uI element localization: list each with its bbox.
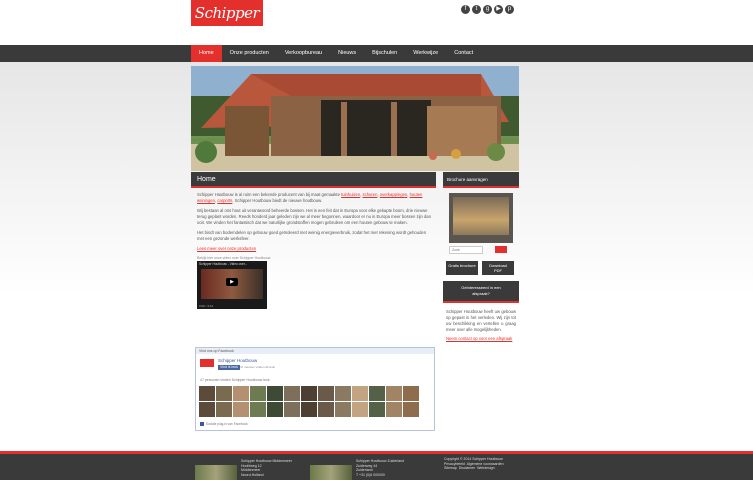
free-brochure-button[interactable]: Gratis brochure: [446, 261, 478, 275]
video-time: 0:00 / 3:12: [199, 304, 214, 308]
facebook-fan-avatar[interactable]: [284, 386, 300, 401]
facebook-fan-avatar[interactable]: [284, 402, 300, 417]
facebook-fan-avatar[interactable]: [233, 402, 249, 417]
video-caption: Bekijk hier onze video over Schipper Hou…: [197, 256, 271, 260]
facebook-fan-avatar[interactable]: [335, 402, 351, 417]
appointment-line-1: Geïnteresseerd in een: [461, 285, 501, 290]
play-button[interactable]: ▶: [226, 278, 238, 286]
free-brochure-label: Gratis brochure: [448, 263, 476, 268]
facebook-fan-avatar[interactable]: [250, 386, 266, 401]
footer-copyright: Copyright © 2014 Schipper Houtbouw Priva…: [444, 457, 504, 470]
footer-location-image-1: [195, 465, 237, 480]
google-plus-icon[interactable]: g: [483, 5, 492, 14]
nav-item-contact[interactable]: Contact: [446, 45, 481, 62]
facebook-fan-avatar[interactable]: [352, 402, 368, 417]
facebook-fan-avatar[interactable]: [386, 402, 402, 417]
download-pdf-button[interactable]: Download PDF: [482, 261, 514, 275]
facebook-fan-avatar[interactable]: [386, 386, 402, 401]
facebook-fan-avatar[interactable]: [335, 386, 351, 401]
nav-item-verkoopbureau[interactable]: Verkoopbureau: [277, 45, 330, 62]
facebook-page-name[interactable]: Schipper Houtbouw: [218, 358, 257, 363]
facebook-fan-avatar[interactable]: [369, 386, 385, 401]
footer-location-image-2: [310, 465, 352, 480]
facebook-fans-grid: [199, 386, 419, 417]
facebook-fan-avatar[interactable]: [403, 402, 419, 417]
wooden-carport-illustration: [191, 66, 519, 171]
nav-item-werkwijze[interactable]: Werkwijze: [405, 45, 446, 62]
footer-address-1: Schipper Houtbouw Middenmeer Hoofdweg 12…: [241, 459, 292, 477]
social-links: f t g ▶ p: [461, 5, 514, 14]
intro-paragraph: Schipper Houtbouw is al ruim een bekende…: [197, 192, 423, 203]
facebook-fan-avatar[interactable]: [250, 402, 266, 417]
facebook-fan-avatar[interactable]: [301, 386, 317, 401]
facebook-fan-avatar[interactable]: [318, 386, 334, 401]
facebook-fan-avatar[interactable]: [233, 386, 249, 401]
facebook-fan-avatar[interactable]: [216, 402, 232, 417]
page-title: Home: [191, 172, 436, 188]
twitter-icon[interactable]: t: [472, 5, 481, 14]
brochure-search-input[interactable]: Zoek: [449, 246, 483, 254]
facebook-like-count: 47 mensen vinden dit leuk: [240, 365, 275, 369]
facebook-footer-text: Sociale plug-in van Facebook: [205, 422, 248, 426]
facebook-fan-avatar[interactable]: [318, 402, 334, 417]
insulation-paragraph: Het bindt van bodemdelen op gebouw goed …: [197, 230, 427, 241]
sidebar: Brochure aanvragen: [443, 172, 519, 188]
facebook-fan-avatar[interactable]: [403, 386, 419, 401]
facebook-like-button[interactable]: Vind ik leuk: [218, 365, 240, 370]
schipper-logo[interactable]: Schipper: [191, 0, 263, 26]
sustainability-paragraph: Wij bestaan al ons hout uit verantwoord …: [197, 208, 431, 225]
facebook-plugin-footer: Sociale plug-in van Facebook: [200, 422, 248, 427]
facebook-fan-avatar[interactable]: [352, 386, 368, 401]
facebook-people-label: 47 personen vinden Schipper Houtbouw leu…: [200, 378, 270, 382]
intro-lead: Schipper Houtbouw is al ruim een bekende…: [197, 192, 340, 197]
nav-item-home[interactable]: Home: [191, 45, 222, 62]
main-content: Home Schipper Houtbouw is al ruim een be…: [191, 172, 436, 309]
link-schuren[interactable]: schuren: [363, 192, 378, 197]
facebook-fan-avatar[interactable]: [199, 402, 215, 417]
appointment-heading: Geïnteresseerd in een afspraak?: [443, 281, 519, 303]
nav-item-onze-producten[interactable]: Onze producten: [222, 45, 277, 62]
read-more-link[interactable]: Lees meer over onze producten: [197, 246, 256, 251]
logo-text: Schipper: [194, 4, 260, 22]
facebook-like-box: Vind ons op Facebook Schipper Houtbouw V…: [195, 347, 435, 431]
video-player[interactable]: Schipper Houtbouw - Video over... ▶ 0:00…: [197, 261, 267, 309]
video-title: Schipper Houtbouw - Video over...: [199, 262, 248, 266]
facebook-page-avatar[interactable]: [200, 359, 214, 367]
facebook-icon: [200, 422, 204, 427]
pdf-label: PDF: [494, 268, 502, 273]
hero-image: [191, 66, 519, 171]
link-tuinhuizen[interactable]: tuinhuizen: [341, 192, 360, 197]
brochure-search-button[interactable]: [495, 246, 507, 253]
appointment-text: Schipper Houtbouw heeft uw gebouw op gep…: [446, 309, 516, 342]
brochure-heading: Brochure aanvragen: [443, 172, 519, 188]
link-overkappingen[interactable]: overkappingen: [380, 192, 407, 197]
intro-tail: Schipper Houtbouw biedt de nieuwe houtbo…: [234, 198, 323, 203]
facebook-fan-avatar[interactable]: [267, 386, 283, 401]
link-carports[interactable]: carports: [217, 198, 232, 203]
facebook-fan-avatar[interactable]: [216, 386, 232, 401]
pinterest-icon[interactable]: p: [505, 5, 514, 14]
nav-item-nieuws[interactable]: Nieuws: [330, 45, 364, 62]
appointment-link[interactable]: Neem contact op voor een afspraak: [446, 336, 516, 342]
facebook-fan-avatar[interactable]: [267, 402, 283, 417]
facebook-fan-avatar[interactable]: [369, 402, 385, 417]
appointment-line-2: afspraak?: [472, 291, 490, 296]
footer-address-2: Schipper Houtbouw Zuiderland Zuiderweg 4…: [356, 459, 405, 477]
youtube-icon[interactable]: ▶: [494, 5, 503, 14]
nav-item-bijschulen[interactable]: Bijschulen: [364, 45, 405, 62]
appointment-body: Schipper Houtbouw heeft uw gebouw op gep…: [446, 309, 516, 332]
facebook-fan-avatar[interactable]: [199, 386, 215, 401]
facebook-icon[interactable]: f: [461, 5, 470, 14]
facebook-box-header: Vind ons op Facebook: [196, 348, 434, 354]
main-navigation: Home Onze producten Verkoopbureau Nieuws Bij…: [0, 45, 753, 62]
brochure-image[interactable]: [449, 193, 513, 243]
facebook-fan-avatar[interactable]: [301, 402, 317, 417]
